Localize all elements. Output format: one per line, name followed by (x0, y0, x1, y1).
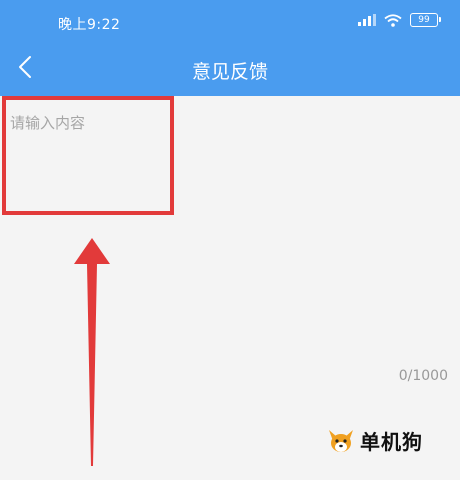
status-icons: 99 (358, 13, 441, 27)
signal-icon (358, 14, 376, 26)
feedback-content: 0/1000 单机狗 (0, 96, 460, 480)
wifi-icon (384, 13, 402, 27)
char-counter: 0/1000 (398, 368, 448, 384)
page-title: 意见反馈 (191, 61, 268, 83)
status-bar: 晚上9:22 99 (0, 0, 460, 44)
header: 晚上9:22 99 意见反馈 (0, 0, 460, 96)
app-bar: 意见反馈 (0, 44, 460, 96)
status-time: 晚上9:22 (58, 17, 121, 33)
battery-icon: 99 (410, 13, 441, 27)
watermark: 单机狗 (326, 426, 423, 455)
dog-logo-icon (326, 428, 356, 454)
watermark-text: 单机狗 (360, 430, 423, 454)
feedback-input[interactable] (0, 96, 460, 396)
feedback-screen: 晚上9:22 99 意见反馈 请输入内容 0/1000 单机狗 (0, 0, 460, 480)
battery-level: 99 (418, 14, 430, 25)
